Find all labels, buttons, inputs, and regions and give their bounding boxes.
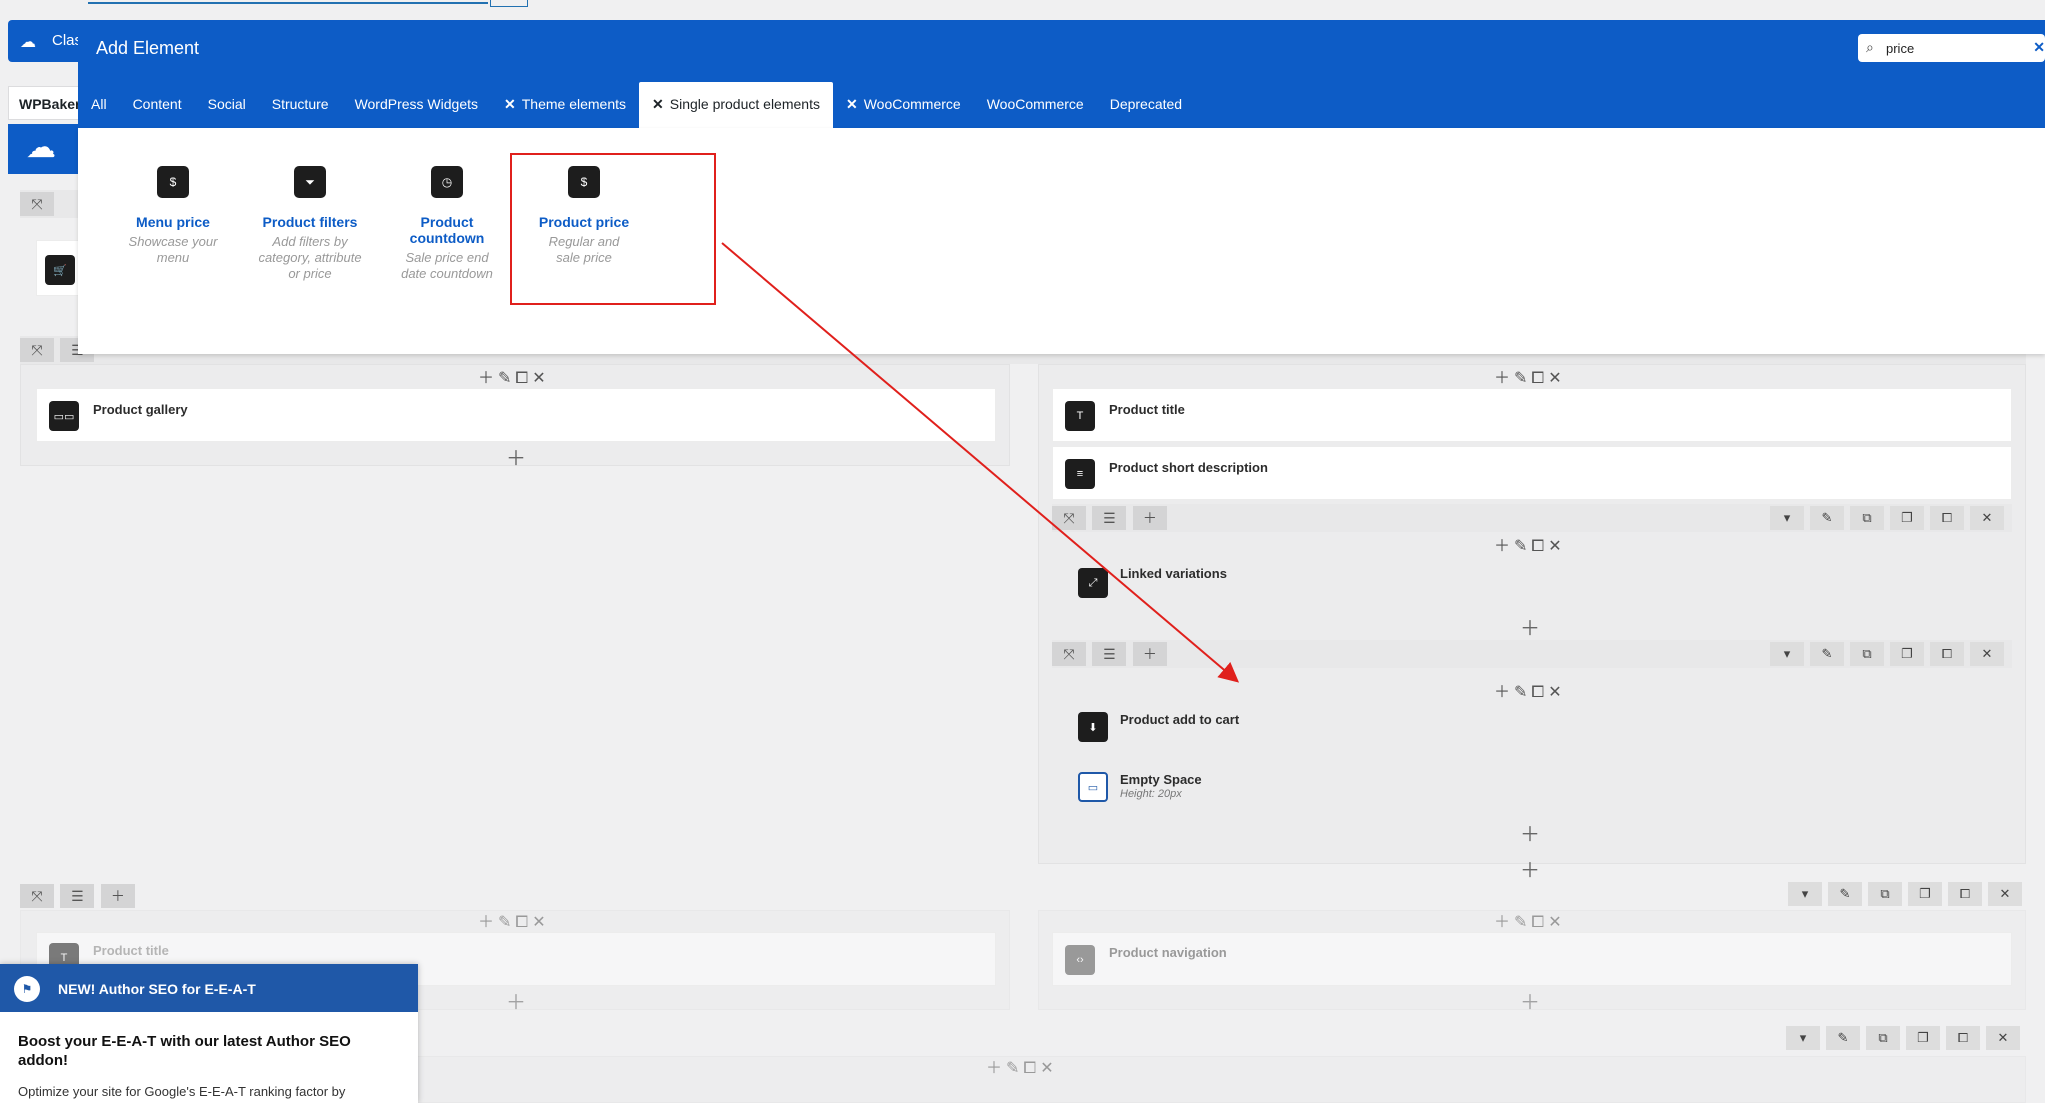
notice-heading: Boost your E-E-A-T with our latest Autho… <box>18 1033 351 1069</box>
notice-body: Optimize your site for Google's E-E-A-T … <box>18 1084 346 1099</box>
notice-header: ⚑ NEW! Author SEO for E-E-A-T <box>0 964 418 1012</box>
promo-notice: ⚑ NEW! Author SEO for E-E-A-T Boost your… <box>0 964 418 1103</box>
flag-icon: ⚑ <box>14 976 40 1002</box>
annotation-arrow <box>721 242 1240 683</box>
